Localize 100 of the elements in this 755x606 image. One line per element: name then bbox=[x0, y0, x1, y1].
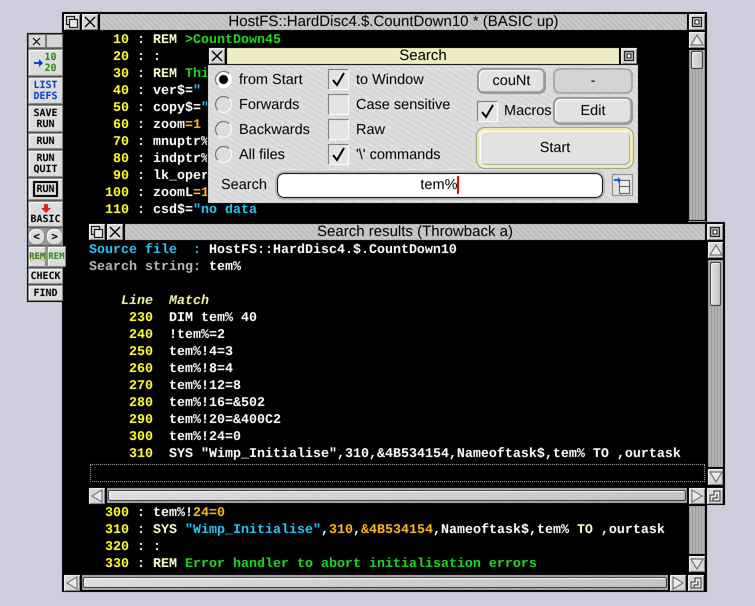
line-number[interactable]: 250 bbox=[89, 344, 153, 361]
line-number[interactable]: 310 bbox=[89, 446, 153, 463]
radio-button[interactable] bbox=[215, 146, 232, 163]
close-icon bbox=[32, 36, 42, 46]
checkbox-label: Raw bbox=[356, 122, 386, 138]
code-line: : ver$=" bbox=[136, 83, 201, 100]
line-number: 70 bbox=[112, 134, 129, 151]
checkbox[interactable] bbox=[328, 144, 349, 165]
resize-handle[interactable] bbox=[706, 487, 724, 505]
back-button[interactable] bbox=[63, 13, 81, 31]
left-arrow-icon bbox=[91, 489, 103, 503]
match-text[interactable]: tem%!4=3 bbox=[169, 344, 233, 361]
close-icon bbox=[109, 226, 121, 238]
search-field[interactable]: tem% bbox=[276, 172, 603, 198]
toolbar-button[interactable]: RUN QUIT bbox=[28, 150, 63, 177]
code-line: : REM Error handler to abort initialisation errors bbox=[136, 556, 537, 573]
line-number[interactable]: 260 bbox=[89, 361, 153, 378]
toolbar-button[interactable]: LIST DEFS bbox=[28, 77, 63, 104]
toggle-size-button[interactable] bbox=[706, 223, 724, 241]
down-arrow-icon bbox=[40, 204, 50, 213]
line-number: 300 bbox=[104, 505, 129, 522]
nested-square-icon bbox=[710, 227, 720, 237]
code-line: : zoom=1 bbox=[136, 117, 201, 134]
checkbox-label: Case sensitive bbox=[356, 96, 450, 112]
line-number[interactable]: 300 bbox=[89, 429, 153, 446]
up-arrow-icon bbox=[708, 244, 722, 256]
scrollbar-thumb[interactable] bbox=[691, 51, 703, 69]
match-text[interactable]: SYS "Wimp_Initialise",310,&4B534154,Nameoftask$,tem% TO ,ourtask bbox=[169, 446, 681, 463]
basic-button[interactable]: BASIC bbox=[28, 201, 63, 227]
window-title: Search bbox=[226, 47, 620, 65]
scroll-left-button[interactable] bbox=[88, 487, 106, 505]
toolbar-button[interactable]: SAVE RUN bbox=[28, 105, 63, 132]
line-number: 320 bbox=[104, 539, 129, 556]
match-text[interactable]: tem%!12=8 bbox=[169, 378, 241, 395]
line-number[interactable]: 240 bbox=[89, 327, 153, 344]
code-line: : indptr% bbox=[136, 151, 209, 168]
match-text[interactable]: tem%!24=0 bbox=[169, 429, 241, 446]
toolbar-button[interactable]: RUN bbox=[28, 178, 63, 200]
line-number: 310 bbox=[104, 522, 129, 539]
source-file-line: Source file : HostFS::HardDisc4.$.CountDown10 bbox=[89, 242, 458, 259]
toggle-size-button[interactable] bbox=[688, 13, 706, 31]
line-number[interactable]: 280 bbox=[89, 395, 153, 412]
overlapping-squares-icon bbox=[91, 226, 103, 238]
scroll-up-button[interactable] bbox=[688, 31, 706, 49]
line-number[interactable]: 230 bbox=[89, 310, 153, 327]
arrow-into-box-icon bbox=[614, 176, 631, 194]
scroll-up-button[interactable] bbox=[707, 241, 724, 259]
resize-handle[interactable] bbox=[687, 574, 705, 592]
round-button[interactable]: > bbox=[46, 228, 63, 245]
line-number: 110 bbox=[104, 202, 129, 219]
start-button[interactable]: Start bbox=[477, 128, 633, 168]
nested-square-icon bbox=[624, 51, 634, 61]
close-button[interactable] bbox=[28, 34, 46, 48]
line-number[interactable]: 270 bbox=[89, 378, 153, 395]
match-text[interactable]: tem%!20=&400C2 bbox=[169, 412, 281, 429]
code-line: : REM >CountDown45 bbox=[136, 32, 281, 49]
scroll-left-button[interactable] bbox=[63, 574, 81, 592]
line-number: 30 bbox=[112, 66, 129, 83]
scroll-down-button[interactable] bbox=[688, 555, 706, 573]
checkbox[interactable] bbox=[477, 100, 498, 122]
close-button[interactable] bbox=[106, 223, 124, 241]
close-button[interactable] bbox=[81, 13, 99, 31]
line-number[interactable]: 290 bbox=[89, 412, 153, 429]
scrollbar-thumb[interactable] bbox=[83, 577, 667, 588]
checkbox-label: to Window bbox=[356, 72, 424, 88]
match-text[interactable]: DIM tem% 40 bbox=[169, 310, 257, 327]
round-button[interactable]: < bbox=[28, 228, 45, 245]
toolbar-button[interactable]: CHECK bbox=[28, 268, 63, 284]
scrollbar-thumb[interactable] bbox=[108, 490, 686, 501]
line-number: 50 bbox=[112, 100, 129, 117]
scrollbar-thumb[interactable] bbox=[710, 262, 721, 306]
count-button[interactable]: couNt bbox=[477, 68, 546, 94]
right-arrow-icon bbox=[672, 576, 684, 590]
radio-button[interactable] bbox=[215, 71, 232, 88]
scroll-right-button[interactable] bbox=[688, 487, 706, 505]
match-text[interactable]: tem%!8=4 bbox=[169, 361, 233, 378]
window-title: Search results (Throwback a) bbox=[124, 223, 706, 241]
checkbox[interactable] bbox=[328, 119, 349, 140]
down-arrow-icon bbox=[708, 471, 722, 483]
match-text[interactable]: tem%!16=&502 bbox=[169, 395, 265, 412]
checkbox[interactable] bbox=[328, 69, 349, 90]
match-text[interactable]: !tem%=2 bbox=[169, 327, 225, 344]
window-title: HostFS::HardDisc4.$.CountDown10 * (BASIC up) bbox=[99, 13, 688, 31]
toolbar-button[interactable]: FIND bbox=[28, 285, 63, 301]
toolbar-button[interactable]: RUN bbox=[28, 133, 63, 149]
toggle-size-button[interactable] bbox=[620, 47, 638, 65]
code-line: : lk_oper bbox=[136, 168, 209, 185]
radio-label: from Start bbox=[239, 72, 303, 88]
scroll-down-button[interactable] bbox=[707, 468, 724, 486]
checkbox[interactable] bbox=[328, 94, 349, 115]
scroll-right-button[interactable] bbox=[669, 574, 687, 592]
radio-button[interactable] bbox=[215, 96, 232, 113]
radio-button[interactable] bbox=[215, 121, 232, 138]
right-arrow-icon bbox=[691, 489, 703, 503]
close-button[interactable] bbox=[208, 47, 226, 65]
field-label: Search bbox=[221, 177, 267, 193]
insert-button[interactable] bbox=[612, 174, 633, 196]
line-number: 100 bbox=[104, 185, 129, 202]
edit-button[interactable]: Edit bbox=[553, 97, 633, 125]
back-button[interactable] bbox=[88, 223, 106, 241]
